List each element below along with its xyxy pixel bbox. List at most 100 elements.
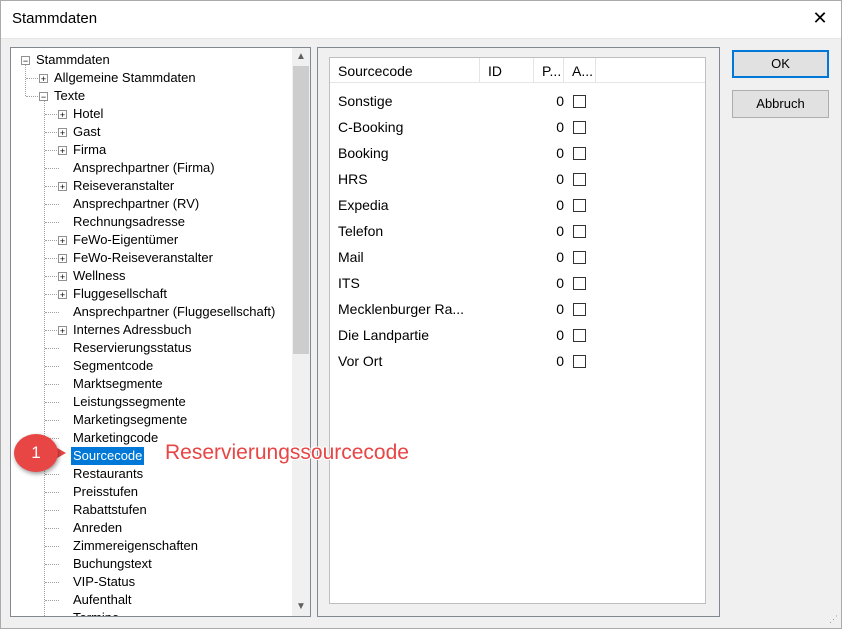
- tree-item[interactable]: Segmentcode: [11, 357, 291, 375]
- tree-item[interactable]: Marktsegmente: [11, 375, 291, 393]
- tree-connector: [45, 276, 59, 277]
- collapse-icon[interactable]: −: [39, 92, 48, 102]
- tree-item-label: FeWo-Eigentümer: [73, 232, 179, 247]
- checkbox[interactable]: [573, 329, 586, 342]
- checkbox[interactable]: [573, 95, 586, 108]
- tree-item[interactable]: + Wellness: [11, 267, 291, 285]
- checkbox[interactable]: [573, 355, 586, 368]
- tree-item[interactable]: VIP-Status: [11, 573, 291, 591]
- p-cell: 0: [556, 145, 564, 161]
- tree-connector: [45, 546, 59, 547]
- tree-item[interactable]: − Stammdaten: [11, 51, 291, 69]
- tree-item-label: Segmentcode: [73, 358, 154, 373]
- checkbox[interactable]: [573, 173, 586, 186]
- checkbox[interactable]: [573, 251, 586, 264]
- table-row[interactable]: C-Booking 0: [330, 114, 705, 140]
- tree-item[interactable]: Preisstufen: [11, 483, 291, 501]
- tree-item[interactable]: + Reiseveranstalter: [11, 177, 291, 195]
- tree-item-label: Rabattstufen: [73, 502, 147, 517]
- table-row[interactable]: Sonstige 0: [330, 88, 705, 114]
- checkbox[interactable]: [573, 225, 586, 238]
- expand-icon[interactable]: +: [58, 146, 67, 156]
- close-icon[interactable]: ✕: [808, 6, 832, 30]
- checkbox[interactable]: [573, 199, 586, 212]
- tree-connector: [45, 186, 59, 187]
- expand-icon[interactable]: +: [58, 236, 67, 246]
- table-row[interactable]: Mail 0: [330, 244, 705, 270]
- tree-item[interactable]: − Texte: [11, 87, 291, 105]
- tree-item[interactable]: + Hotel: [11, 105, 291, 123]
- expand-icon[interactable]: +: [58, 326, 67, 336]
- tree-item[interactable]: Ansprechpartner (RV): [11, 195, 291, 213]
- tree-scrollbar[interactable]: ▲ ▼: [292, 48, 310, 616]
- sourcecode-cell: Booking: [338, 145, 389, 161]
- p-cell: 0: [556, 249, 564, 265]
- tree-item[interactable]: Restaurants: [11, 465, 291, 483]
- tree-item[interactable]: Ansprechpartner (Fluggesellschaft): [11, 303, 291, 321]
- table-row[interactable]: Booking 0: [330, 140, 705, 166]
- column-header-p[interactable]: P...: [534, 58, 564, 82]
- tree-connector: [45, 330, 59, 331]
- table-row[interactable]: Vor Ort 0: [330, 348, 705, 374]
- p-cell: 0: [556, 275, 564, 291]
- sourcecode-cell: HRS: [338, 171, 368, 187]
- table-row[interactable]: ITS 0: [330, 270, 705, 296]
- tree-item[interactable]: Marketingsegmente: [11, 411, 291, 429]
- column-header-sourcecode[interactable]: Sourcecode: [330, 58, 480, 82]
- table-row[interactable]: Mecklenburger Ra... 0: [330, 296, 705, 322]
- scroll-down-arrow-icon[interactable]: ▼: [292, 598, 310, 616]
- ok-button[interactable]: OK: [732, 50, 829, 78]
- tree-connector: [45, 510, 59, 511]
- table-row[interactable]: Die Landpartie 0: [330, 322, 705, 348]
- cancel-button[interactable]: Abbruch: [732, 90, 829, 118]
- tree-item-label: Marketingsegmente: [73, 412, 188, 427]
- resize-grip-icon[interactable]: ⋰: [829, 614, 838, 625]
- tree-item[interactable]: Anreden: [11, 519, 291, 537]
- table-row[interactable]: Telefon 0: [330, 218, 705, 244]
- table-row[interactable]: HRS 0: [330, 166, 705, 192]
- tree-item[interactable]: + FeWo-Eigentümer: [11, 231, 291, 249]
- checkbox[interactable]: [573, 277, 586, 290]
- tree-item-label: Fluggesellschaft: [73, 286, 167, 301]
- tree-item-label: Firma: [73, 142, 107, 157]
- tree-connector: [45, 258, 59, 259]
- tree-item[interactable]: Zimmereigenschaften: [11, 537, 291, 555]
- tree-item[interactable]: Ansprechpartner (Firma): [11, 159, 291, 177]
- sourcecode-grid[interactable]: Sourcecode ID P... A... Sonstige 0 C-Booki…: [329, 57, 706, 604]
- expand-icon[interactable]: +: [58, 272, 67, 282]
- sourcecode-cell: Expedia: [338, 197, 389, 213]
- tree-item[interactable]: + Allgemeine Stammdaten: [11, 69, 291, 87]
- collapse-icon[interactable]: −: [21, 56, 30, 66]
- column-header-id[interactable]: ID: [480, 58, 534, 82]
- table-row[interactable]: Expedia 0: [330, 192, 705, 218]
- expand-icon[interactable]: +: [58, 182, 67, 192]
- tree-item[interactable]: Termine: [11, 609, 291, 616]
- checkbox[interactable]: [573, 147, 586, 160]
- checkbox[interactable]: [573, 121, 586, 134]
- tree-item[interactable]: Rechnungsadresse: [11, 213, 291, 231]
- tree-connector: [26, 78, 40, 79]
- scroll-up-arrow-icon[interactable]: ▲: [292, 48, 310, 66]
- scrollbar-thumb[interactable]: [293, 66, 309, 354]
- tree-item[interactable]: + Firma: [11, 141, 291, 159]
- expand-icon[interactable]: +: [58, 254, 67, 264]
- tree-item[interactable]: Reservierungsstatus: [11, 339, 291, 357]
- tree-item[interactable]: Leistungssegmente: [11, 393, 291, 411]
- tree-item[interactable]: + FeWo-Reiseveranstalter: [11, 249, 291, 267]
- expand-icon[interactable]: +: [58, 290, 67, 300]
- tree-item[interactable]: Buchungstext: [11, 555, 291, 573]
- tree-connector: [45, 168, 59, 169]
- expand-icon[interactable]: +: [39, 74, 48, 84]
- sourcecode-cell: ITS: [338, 275, 360, 291]
- expand-icon[interactable]: +: [58, 110, 67, 120]
- tree-item[interactable]: + Fluggesellschaft: [11, 285, 291, 303]
- expand-icon[interactable]: +: [58, 128, 67, 138]
- tree-view[interactable]: − Stammdaten + Allgemeine Stammdaten − Texte +…: [10, 47, 311, 617]
- tree-item[interactable]: + Internes Adressbuch: [11, 321, 291, 339]
- column-header-a[interactable]: A...: [564, 58, 596, 82]
- tree-item[interactable]: Aufenthalt: [11, 591, 291, 609]
- tree-item[interactable]: + Gast: [11, 123, 291, 141]
- tree-item-label: FeWo-Reiseveranstalter: [73, 250, 213, 265]
- tree-item[interactable]: Rabattstufen: [11, 501, 291, 519]
- checkbox[interactable]: [573, 303, 586, 316]
